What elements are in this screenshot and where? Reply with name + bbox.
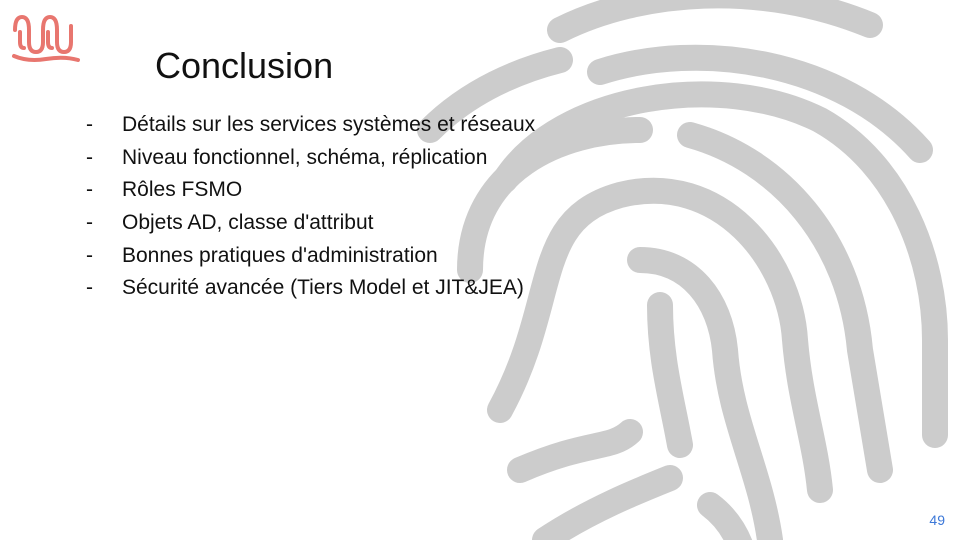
list-item: - Objets AD, classe d'attribut xyxy=(86,207,535,240)
bullet-list: - Détails sur les services systèmes et ré… xyxy=(86,109,535,305)
list-item-text: Bonnes pratiques d'administration xyxy=(122,243,438,267)
list-item: - Détails sur les services systèmes et ré… xyxy=(86,109,535,142)
wave-logo-icon xyxy=(12,15,80,62)
list-item-text: Objets AD, classe d'attribut xyxy=(122,211,374,235)
list-item-text: Sécurité avancée (Tiers Model et JIT&JEA… xyxy=(122,276,524,300)
page-number: 49 xyxy=(929,512,945,528)
list-item: - Bonnes pratiques d'administration xyxy=(86,240,535,273)
bullet-marker: - xyxy=(86,113,93,136)
page-title: Conclusion xyxy=(155,45,334,86)
bullet-marker: - xyxy=(86,178,93,202)
list-item: - Rôles FSMO xyxy=(86,174,535,207)
list-item-text: Rôles FSMO xyxy=(122,178,243,202)
list-item-text: Niveau fonctionnel, schéma, réplication xyxy=(122,145,488,169)
bullet-marker: - xyxy=(86,145,93,169)
bullet-marker: - xyxy=(86,276,93,300)
slide: Conclusion - Détails sur les services sys… xyxy=(0,0,960,540)
bullet-marker: - xyxy=(86,243,93,267)
list-item-text: Détails sur les services systèmes et rés… xyxy=(122,113,536,136)
bullet-marker: - xyxy=(86,211,93,235)
list-item: - Niveau fonctionnel, schéma, réplication xyxy=(86,142,535,175)
list-item: - Sécurité avancée (Tiers Model et JIT&JE… xyxy=(86,272,535,305)
